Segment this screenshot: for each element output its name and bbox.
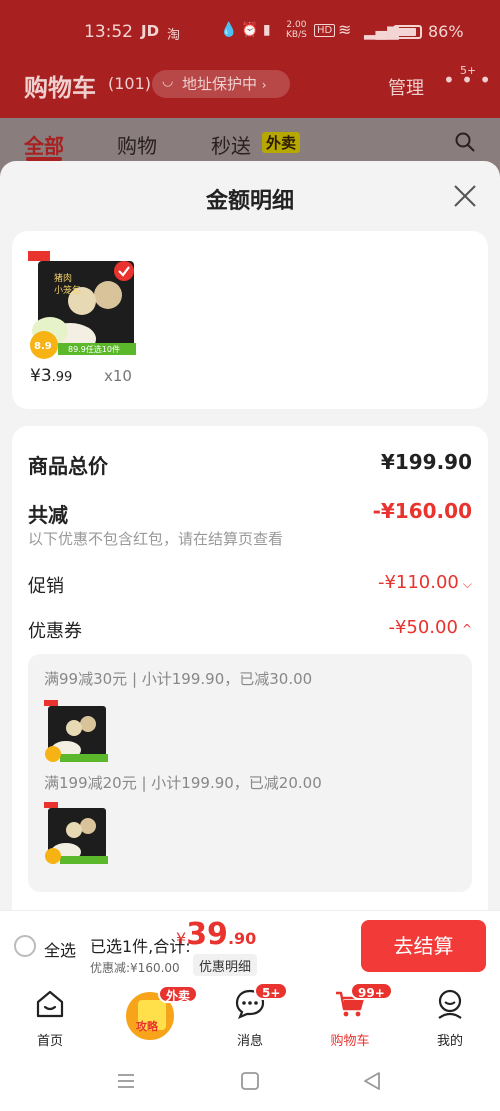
product-thumbnail <box>44 700 108 762</box>
takeout-badge: 外卖 <box>262 132 301 153</box>
home-square-icon[interactable] <box>239 1070 261 1092</box>
total-price: ¥39.90 <box>176 917 257 952</box>
battery-icon <box>393 25 422 39</box>
status-time: 13:52 <box>84 22 133 42</box>
tab-home-label: 首页 <box>36 1034 63 1049</box>
wifi-icon: ≋ <box>338 20 352 39</box>
tab-me[interactable]: 我的 <box>420 988 480 1049</box>
checkout-button[interactable]: 去结算 <box>361 920 486 972</box>
svg-text:猪肉: 猪肉 <box>54 272 72 284</box>
coupon-value: -¥50.00 <box>388 617 458 638</box>
reduce-label: 共减 <box>28 503 68 527</box>
chevron-down-icon: ⌵ <box>462 577 472 591</box>
hd-icon: HD <box>314 24 336 37</box>
system-nav-bar <box>0 1050 500 1111</box>
cart-title: 购物车 <box>24 74 96 102</box>
coupon-row[interactable]: -¥50.00 ^ <box>388 617 472 638</box>
user-icon <box>438 989 462 1019</box>
tab-messages-label: 消息 <box>236 1034 263 1049</box>
sheet-title: 金额明细 <box>205 189 294 214</box>
discount-note: 以下优惠不包含红包，请在结算页查看 <box>28 530 284 548</box>
cart-badge: 99+ <box>350 982 393 1000</box>
tab-me-label: 我的 <box>436 1034 463 1049</box>
tab-cart-label: 购物车 <box>330 1034 370 1049</box>
coupon-line: 满99减30元 | 小计199.90，已减30.00 <box>44 670 313 688</box>
close-icon[interactable] <box>452 183 478 209</box>
goods-total-label: 商品总价 <box>28 454 108 478</box>
coupon-detail-box: 满99减30元 | 小计199.90，已减30.00 满199减20元 | 小计… <box>28 654 472 892</box>
jd-app-icon: JD <box>141 22 160 40</box>
home-icon <box>36 990 64 1018</box>
svg-text:8.9: 8.9 <box>34 341 52 352</box>
discount-detail-button[interactable]: 优惠明细 <box>193 954 258 976</box>
tab-shopping[interactable]: 购物 <box>117 130 157 159</box>
more-badge: 5+ <box>460 64 477 77</box>
address-pill-label: 地址保护中 <box>182 75 258 93</box>
address-protection-pill[interactable]: ◡ 地址保护中 › <box>152 70 290 98</box>
price-detail-card: 商品总价 ¥199.90 共减 -¥160.00 以下优惠不包含红包，请在结算页… <box>12 426 488 926</box>
taobao-app-icon: 淘 <box>167 28 181 43</box>
status-bar: 13:52 JD 淘 💧⏰▮ 2.00 KB/S HD ≋ ▂▄▆ 86% <box>0 0 500 64</box>
guide-label: 攻略 <box>136 1020 158 1033</box>
promo-label: 促销 <box>28 576 64 597</box>
search-icon[interactable] <box>455 132 475 152</box>
net-speed: 2.00 KB/S <box>286 20 307 40</box>
select-all-radio[interactable] <box>14 935 36 957</box>
back-triangle-icon[interactable] <box>361 1070 383 1092</box>
discount-total: 优惠减:¥160.00 <box>90 961 180 975</box>
amount-detail-sheet: 金额明细 猪肉 小笼包 8.9 89.9任选10件 ¥3.99 x10 商品总价… <box>0 161 500 979</box>
chevron-up-icon: ^ <box>461 622 472 636</box>
svg-text:89.9任选10件: 89.9任选10件 <box>68 344 120 354</box>
status-icons: 💧⏰▮ <box>220 22 275 38</box>
reduce-value: -¥160.00 <box>372 499 472 523</box>
smile-icon: ◡ <box>162 74 174 89</box>
coupon-label: 优惠券 <box>28 621 82 642</box>
coupon-line: 满199减20元 | 小计199.90，已减20.00 <box>44 774 322 792</box>
checkout-bar: 全选 已选1件,合计: ¥39.90 优惠减:¥160.00 优惠明细 去结算 <box>0 910 500 980</box>
promo-value: -¥110.00 <box>377 572 459 593</box>
cart-count: (101) <box>108 74 152 93</box>
product-card: 猪肉 小笼包 8.9 89.9任选10件 ¥3.99 x10 <box>12 231 488 409</box>
svg-text:小笼包: 小笼包 <box>54 284 81 296</box>
menu-icon[interactable] <box>115 1070 137 1092</box>
chevron-right-icon: › <box>261 78 267 92</box>
bottom-tab-bar: 首页 消息 5+ 购物车 99+ 我的 <box>0 980 500 1050</box>
tab-flash-delivery[interactable]: 秒送 <box>211 130 251 159</box>
tab-home[interactable]: 首页 <box>20 988 80 1049</box>
product-thumbnail <box>44 802 108 864</box>
product-quantity: x10 <box>104 367 132 385</box>
select-all-label[interactable]: 全选 <box>44 937 76 961</box>
tab-all[interactable]: 全部 <box>24 130 64 159</box>
battery-percent: 86% <box>428 22 464 41</box>
messages-badge: 5+ <box>254 982 289 1000</box>
promo-row[interactable]: -¥110.00 ⌵ <box>378 572 472 593</box>
product-price: ¥3.99 <box>30 366 73 386</box>
product-image[interactable]: 猪肉 小笼包 8.9 89.9任选10件 <box>28 251 144 367</box>
takeout-center-badge: 外卖 <box>158 985 199 1003</box>
manage-button[interactable]: 管理 <box>388 74 424 100</box>
goods-total-value: ¥199.90 <box>380 450 472 474</box>
